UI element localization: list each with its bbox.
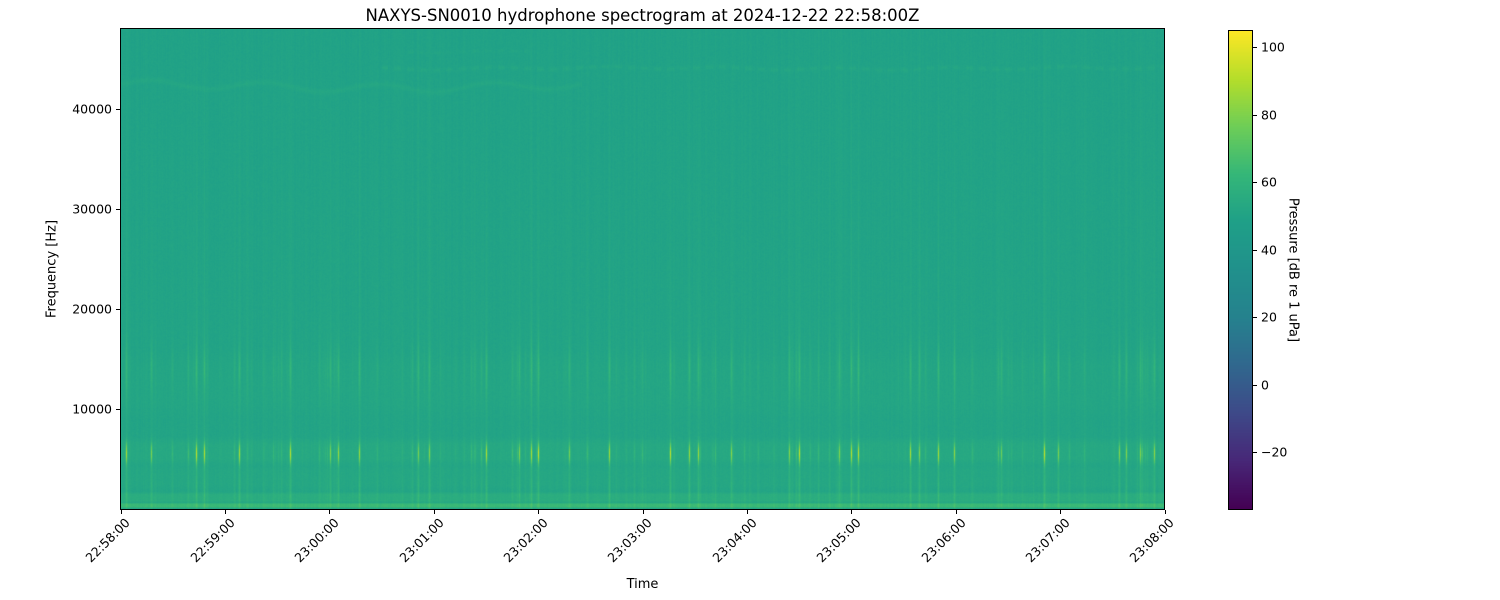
x-tick-mark <box>433 510 435 514</box>
x-tick-mark <box>955 510 957 514</box>
colorbar-tick-mark <box>1253 384 1257 386</box>
colorbar-tick-label: 100 <box>1261 40 1285 55</box>
x-axis-label: Time <box>626 577 659 592</box>
colorbar-tick-label-text: −20 <box>1261 444 1288 460</box>
x-tick-label-text: 23:05:00 <box>813 515 864 566</box>
colorbar-tick-label: 80 <box>1261 107 1277 122</box>
y-tick-label-text: 30000 <box>72 201 112 217</box>
y-tick-label: 10000 <box>72 402 112 417</box>
x-tick-mark <box>224 510 226 514</box>
colorbar-tick-mark <box>1253 114 1257 116</box>
spectrogram-heatmap-canvas <box>121 29 1164 509</box>
colorbar-tick-label-text: 0 <box>1261 377 1269 393</box>
x-tick-mark <box>1060 510 1062 514</box>
colorbar-tick-mark <box>1253 249 1257 251</box>
x-tick-mark <box>642 510 644 514</box>
y-tick-mark <box>116 208 120 210</box>
chart-title: NAXYS-SN0010 hydrophone spectrogram at 2… <box>365 6 920 25</box>
x-tick-mark <box>746 510 748 514</box>
x-tick-label-text: 22:59:00 <box>187 515 238 566</box>
colorbar-tick-label: −20 <box>1261 445 1287 460</box>
colorbar-tick-label: 60 <box>1261 175 1277 190</box>
colorbar-tick-label-text: 80 <box>1261 107 1277 123</box>
colorbar-tick-mark <box>1253 47 1257 49</box>
x-tick-mark <box>538 510 540 514</box>
colorbar-tick-label-text: 20 <box>1261 309 1277 325</box>
y-tick-label: 20000 <box>72 302 112 317</box>
colorbar <box>1228 30 1253 510</box>
x-tick-label-text: 22:58:00 <box>82 515 134 566</box>
colorbar-tick-label: 20 <box>1261 310 1277 325</box>
x-tick-label-text: 23:01:00 <box>395 515 447 566</box>
y-tick-label: 40000 <box>72 101 112 116</box>
y-tick-mark <box>116 108 120 110</box>
colorbar-tick-label-text: 60 <box>1261 174 1277 190</box>
colorbar-tick-label-text: 100 <box>1261 39 1285 55</box>
spectrogram-figure: NAXYS-SN0010 hydrophone spectrogram at 2… <box>0 0 1500 600</box>
y-tick-label-text: 20000 <box>72 301 112 317</box>
y-tick-label-text: 40000 <box>72 101 112 117</box>
spectrogram-plot-area <box>120 28 1165 510</box>
colorbar-tick-label: 0 <box>1261 377 1269 392</box>
x-tick-label-text: 23:08:00 <box>1126 515 1178 566</box>
y-tick-mark <box>116 309 120 311</box>
y-tick-label: 30000 <box>72 201 112 216</box>
x-tick-label-text: 23:04:00 <box>709 515 760 566</box>
y-axis-label: Frequency [Hz] <box>44 219 60 319</box>
x-tick-label-text: 23:02:00 <box>500 515 551 566</box>
x-tick-label-text: 23:07:00 <box>1022 515 1073 566</box>
x-tick-mark <box>120 510 122 514</box>
x-tick-label-text: 23:03:00 <box>604 515 656 566</box>
colorbar-label: Pressure [dB re 1 uPa] <box>1285 197 1301 343</box>
x-tick-mark <box>851 510 853 514</box>
x-tick-label-text: 23:00:00 <box>291 515 342 566</box>
x-tick-label-text: 23:06:00 <box>917 515 969 566</box>
colorbar-tick-mark <box>1253 317 1257 319</box>
colorbar-tick-mark <box>1253 182 1257 184</box>
colorbar-tick-label: 40 <box>1261 242 1277 257</box>
x-tick-mark <box>329 510 331 514</box>
y-tick-mark <box>116 409 120 411</box>
x-tick-mark <box>1164 510 1166 514</box>
y-tick-label-text: 10000 <box>72 401 112 417</box>
colorbar-gradient-canvas <box>1229 31 1252 509</box>
colorbar-tick-label-text: 40 <box>1261 242 1277 258</box>
colorbar-tick-mark <box>1253 452 1257 454</box>
